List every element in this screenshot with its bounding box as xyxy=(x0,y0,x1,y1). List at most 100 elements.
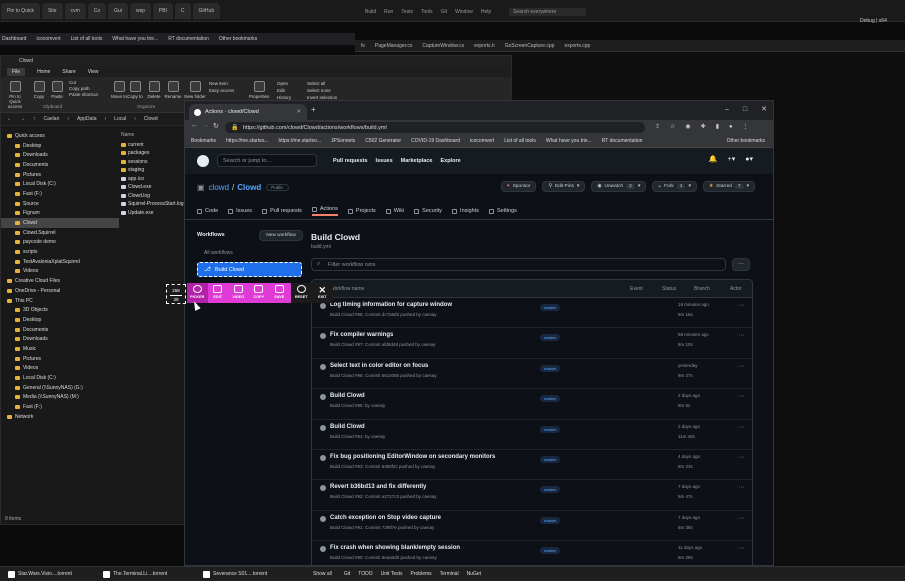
workflow-item-build-clowd[interactable]: ⎇ Build Clowd xyxy=(197,262,302,277)
event-filter[interactable]: Event xyxy=(630,286,643,292)
minimize-icon[interactable]: – xyxy=(725,106,729,113)
branch-badge[interactable]: master xyxy=(540,455,561,463)
branch-badge[interactable]: master xyxy=(540,304,561,311)
ide-debug-config[interactable]: Debug | x64 xyxy=(860,18,887,24)
new-folder-button[interactable]: New folder xyxy=(183,81,207,99)
bg-bookmark[interactable]: icocomvert xyxy=(36,36,60,42)
pin-quick-access-button[interactable]: Pin to Quick access xyxy=(3,81,27,109)
nav-item[interactable]: Documents xyxy=(1,160,119,170)
up-arrow-icon[interactable]: ↑ xyxy=(33,116,36,122)
path-segment[interactable]: Local xyxy=(114,116,126,122)
ide-tool-todo[interactable]: TODO xyxy=(354,571,376,577)
properties-button[interactable]: Properties xyxy=(245,81,273,99)
ide-tab[interactable]: exports.cpp xyxy=(564,43,590,49)
nav-item[interactable]: This PC xyxy=(1,296,119,306)
nav-item[interactable]: Downloads xyxy=(1,334,119,344)
run-title[interactable]: Revert b36bd13 and fix differently xyxy=(330,484,426,490)
ide-tool-unit-tests[interactable]: Unit Tests xyxy=(377,571,407,577)
address-bar[interactable]: 🔒 https://github.com/clowd/Clowd/actions… xyxy=(225,122,645,133)
run-title[interactable]: Fix crash when showing blank/empty sessi… xyxy=(330,545,460,551)
workflow-run-row[interactable]: Fix bug positioning EditorWindow on seco… xyxy=(312,450,752,481)
branch-badge[interactable]: master xyxy=(540,486,561,494)
ide-search[interactable]: Search everywhere xyxy=(509,8,587,16)
nav-item[interactable]: Fast (F:) xyxy=(1,189,119,199)
github-logo-icon[interactable] xyxy=(197,155,209,167)
github-search-input[interactable]: Search or jump to... xyxy=(217,154,317,167)
notifications-bell-icon[interactable]: 🔔 xyxy=(709,155,718,163)
nav-item[interactable]: Documents xyxy=(1,325,119,335)
ide-menu-item[interactable]: Tools xyxy=(421,9,433,15)
ide-tool-problems[interactable]: Problems xyxy=(407,571,436,577)
path-segment[interactable]: Caelan xyxy=(44,116,60,122)
nav-explore[interactable]: Explore xyxy=(440,158,460,164)
file-row[interactable]: packages xyxy=(121,149,191,158)
taskbar-item[interactable]: The.Terminal.Li....torrent xyxy=(95,570,195,578)
nav-item[interactable]: Creative Cloud Files xyxy=(1,276,119,286)
file-row[interactable]: staging xyxy=(121,166,191,175)
tab-projects[interactable]: Projects xyxy=(347,208,376,214)
ide-menu-item[interactable]: Run xyxy=(384,9,393,15)
nav-item[interactable]: Local Disk (C:) xyxy=(1,373,119,383)
bg-tab[interactable]: C xyxy=(174,2,191,19)
new-tab-icon[interactable]: + xyxy=(311,105,316,114)
file-row[interactable]: Update.exe xyxy=(121,209,191,218)
explorer-menu-home[interactable]: Home xyxy=(37,69,50,75)
branch-badge[interactable]: master xyxy=(540,334,561,342)
repo-name-link[interactable]: Clowd xyxy=(237,183,261,192)
picker-button[interactable]: PICKER xyxy=(187,283,208,303)
ide-tab[interactable]: CaptureWindow.cs xyxy=(422,43,464,49)
close-window-icon[interactable]: ✕ xyxy=(761,105,767,113)
star-icon[interactable]: ☆ xyxy=(670,123,675,130)
workflow-run-row[interactable]: Log timing information for capture windo… xyxy=(312,298,752,329)
branch-badge[interactable]: master xyxy=(540,547,561,555)
nav-item[interactable]: Videos xyxy=(1,364,119,374)
run-options-icon[interactable]: ··· xyxy=(738,424,745,431)
exit-button[interactable]: ✕ EXIT xyxy=(312,283,333,303)
save-button[interactable]: SAVE xyxy=(269,283,290,303)
edit-pins-button[interactable]: ⚲ Edit Pins ▾ xyxy=(542,181,586,192)
open-button[interactable]: Open xyxy=(277,80,291,87)
ide-menu-item[interactable]: Help xyxy=(481,9,491,15)
tab-wiki[interactable]: Wiki xyxy=(385,208,404,214)
tab-security[interactable]: Security xyxy=(414,208,442,214)
branch-filter[interactable]: Branch xyxy=(694,286,710,292)
nav-item[interactable]: Desktop xyxy=(1,141,119,151)
forward-icon[interactable]: → xyxy=(202,122,209,129)
ide-tab[interactable]: fs xyxy=(361,43,365,49)
nav-item[interactable]: TestAvaloniaXplatSquirrel xyxy=(1,257,119,267)
workflow-run-row[interactable]: Fix compiler warnings Build Clowd #97: Co… xyxy=(312,328,752,359)
workflow-options-button[interactable]: ··· xyxy=(732,258,750,271)
nav-item[interactable]: Local Disk (C:) xyxy=(1,179,119,189)
run-options-icon[interactable]: ··· xyxy=(738,515,745,522)
file-row[interactable]: Clowd.exe xyxy=(121,183,191,192)
ide-menu-item[interactable]: Tests xyxy=(401,9,413,15)
bg-tab[interactable]: Pin to Quick xyxy=(1,2,40,19)
nav-item[interactable]: Quick access xyxy=(1,131,119,141)
bookmark[interactable]: COVID-19 Dashboard xyxy=(411,138,460,144)
extension-icon[interactable]: ◉ xyxy=(685,123,690,130)
files-column-header[interactable]: Name xyxy=(121,131,191,140)
ide-tab[interactable]: exports.h xyxy=(474,43,495,49)
workflow-run-row[interactable]: Catch exception on Stop video capture Bui… xyxy=(312,511,752,542)
bg-bookmark[interactable]: Dashboard xyxy=(2,36,26,42)
status-filter[interactable]: Status xyxy=(662,286,676,292)
file-row[interactable]: sessions xyxy=(121,158,191,167)
branch-badge[interactable]: master xyxy=(540,364,561,372)
starred-button[interactable]: ★ Starred 7 ▾ xyxy=(702,181,755,192)
new-item-button[interactable]: New item xyxy=(209,80,234,87)
bookmark[interactable]: C502 Generator xyxy=(365,138,401,144)
actor-filter[interactable]: Actor xyxy=(730,286,742,292)
user-avatar[interactable]: ●▾ xyxy=(745,155,753,163)
nav-item[interactable]: Desktop xyxy=(1,315,119,325)
run-options-icon[interactable]: ··· xyxy=(738,393,745,400)
nav-item[interactable]: General (\\SunnyNAS) (G:) xyxy=(1,383,119,393)
bg-bookmark[interactable]: List of all tools xyxy=(71,36,103,42)
show-all-button[interactable]: Show all xyxy=(305,571,340,577)
taskbar-item[interactable]: Severance S01....torrent xyxy=(195,570,305,578)
browser-active-tab[interactable]: Actions · clowd/Clowd ✕ xyxy=(189,104,307,120)
nav-item[interactable]: Downloads xyxy=(1,150,119,160)
copy-button[interactable]: COPY xyxy=(249,283,270,303)
file-row[interactable]: current xyxy=(121,141,191,150)
explorer-menu-share[interactable]: Share xyxy=(62,69,75,75)
reset-button[interactable]: RESET xyxy=(291,283,312,303)
